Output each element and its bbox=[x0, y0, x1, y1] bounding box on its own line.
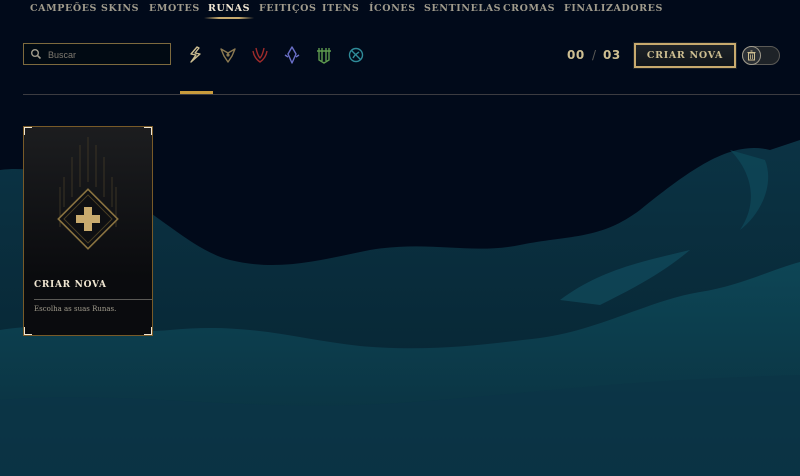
card-artwork bbox=[24, 127, 152, 277]
tab-finalizadores[interactable]: FINALIZADORES bbox=[564, 3, 663, 14]
tab-emotes[interactable]: EMOTES bbox=[149, 3, 200, 14]
card-corner-ornament bbox=[144, 327, 152, 335]
all-runes-icon bbox=[190, 46, 201, 63]
page-count-separator: / bbox=[592, 48, 597, 62]
tab-icones[interactable]: ÍCONES bbox=[369, 3, 416, 14]
trash-icon bbox=[747, 50, 756, 61]
filter-precision[interactable] bbox=[216, 42, 240, 68]
tab-runas[interactable]: RUNAS bbox=[203, 3, 255, 19]
card-title: CRIAR NOVA bbox=[34, 280, 107, 290]
delete-mode-toggle[interactable] bbox=[742, 46, 780, 65]
tab-cromas[interactable]: CROMAS bbox=[503, 3, 555, 14]
top-nav: CAMPEÕES SKINS EMOTES RUNAS FEITIÇOS ITE… bbox=[0, 0, 800, 20]
search-input[interactable] bbox=[46, 46, 170, 64]
filter-domination[interactable] bbox=[248, 42, 272, 68]
resolve-icon bbox=[317, 48, 331, 64]
card-corner-ornament bbox=[24, 327, 32, 335]
toggle-knob bbox=[742, 46, 761, 65]
card-corner-ornament bbox=[24, 127, 32, 135]
header-divider bbox=[23, 94, 800, 95]
card-corner-ornament bbox=[144, 127, 152, 135]
search-icon bbox=[31, 49, 42, 60]
card-divider bbox=[34, 299, 152, 300]
precision-icon bbox=[220, 48, 236, 63]
filter-sorcery[interactable] bbox=[280, 42, 304, 68]
page-count-current: 00 bbox=[567, 48, 585, 62]
domination-icon bbox=[252, 47, 268, 63]
create-new-button[interactable]: CRIAR NOVA bbox=[634, 43, 736, 68]
sorcery-icon bbox=[284, 46, 300, 64]
create-rune-page-card[interactable]: CRIAR NOVA Escolha as suas Runas. bbox=[23, 126, 153, 336]
tab-skins[interactable]: SKINS bbox=[101, 3, 139, 14]
card-subtitle: Escolha as suas Runas. bbox=[34, 305, 117, 313]
search-box bbox=[23, 43, 171, 65]
filter-resolve[interactable] bbox=[312, 42, 336, 68]
filter-inspiration[interactable] bbox=[344, 42, 368, 68]
page-count-max: 03 bbox=[603, 48, 621, 62]
inspiration-icon bbox=[348, 47, 364, 63]
tab-sentinelas[interactable]: SENTINELAS bbox=[424, 3, 501, 14]
tab-itens[interactable]: ITENS bbox=[322, 3, 359, 14]
filter-all-runes[interactable] bbox=[184, 42, 208, 68]
tab-campeoes[interactable]: CAMPEÕES bbox=[30, 3, 97, 14]
tab-feiticos[interactable]: FEITIÇOS bbox=[259, 3, 316, 14]
